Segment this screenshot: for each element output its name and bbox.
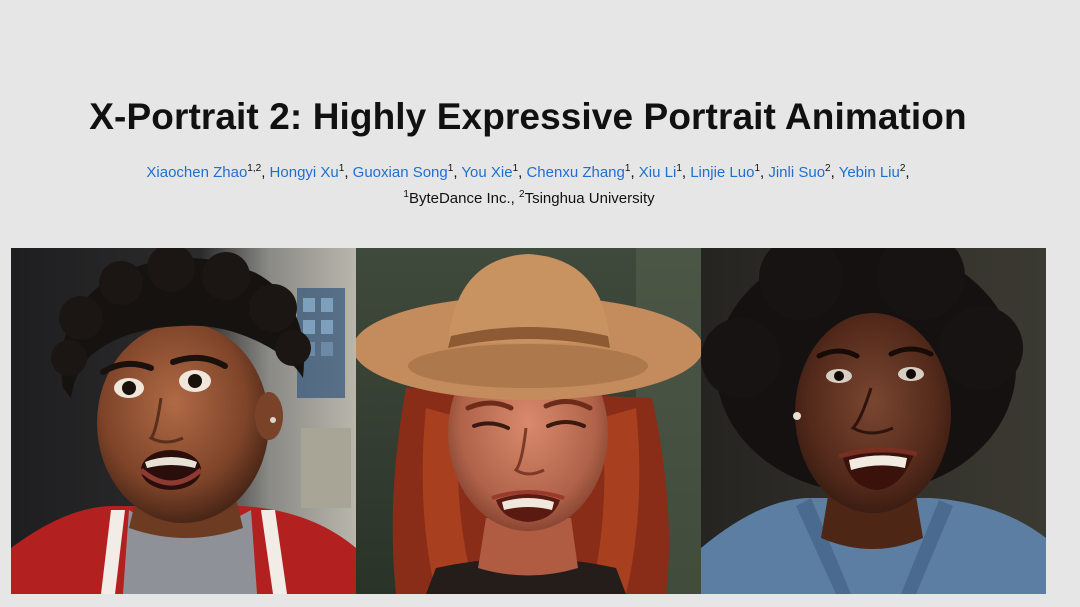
affiliation-name: ByteDance Inc. — [408, 190, 511, 207]
affil-separator: , — [510, 190, 519, 207]
portrait-woman-afro-illustration — [701, 248, 1046, 594]
author-separator: , — [261, 164, 270, 181]
portrait-image-2 — [356, 248, 701, 594]
author-list: Xiaochen Zhao1,2, Hongyi Xu1, Guoxian So… — [0, 164, 1056, 182]
author-link[interactable]: You Xie — [461, 164, 512, 181]
author-link[interactable]: Yebin Liu — [839, 164, 900, 181]
author-link[interactable]: Xiaochen Zhao — [146, 164, 247, 181]
portrait-image-3 — [701, 248, 1046, 594]
author-link[interactable]: Guoxian Song — [353, 164, 448, 181]
paper-header: X-Portrait 2: Highly Expressive Portrait… — [0, 0, 1080, 607]
affiliations: 1ByteDance Inc., 2Tsinghua University — [0, 190, 1058, 208]
author-link[interactable]: Xiu Li — [639, 164, 677, 181]
author-link[interactable]: Jinli Suo — [768, 164, 825, 181]
author-link[interactable]: Chenxu Zhang — [526, 164, 624, 181]
author-link[interactable]: Linjie Luo — [690, 164, 754, 181]
portrait-woman-hat-illustration — [356, 248, 701, 594]
author-separator: , — [681, 164, 691, 181]
author-separator: , — [344, 164, 353, 181]
author-separator: , — [830, 164, 839, 181]
portrait-man-illustration — [11, 248, 356, 594]
paper-title: X-Portrait 2: Highly Expressive Portrait… — [89, 96, 967, 137]
author-affil-sup: 1,2 — [247, 163, 262, 174]
portrait-image-1 — [11, 248, 356, 594]
author-link[interactable]: Hongyi Xu — [270, 164, 339, 181]
author-separator: , — [630, 164, 639, 181]
affiliation-name: Tsinghua University — [524, 190, 655, 207]
teaser-image-strip — [11, 248, 1046, 594]
author-separator: , — [905, 164, 910, 181]
